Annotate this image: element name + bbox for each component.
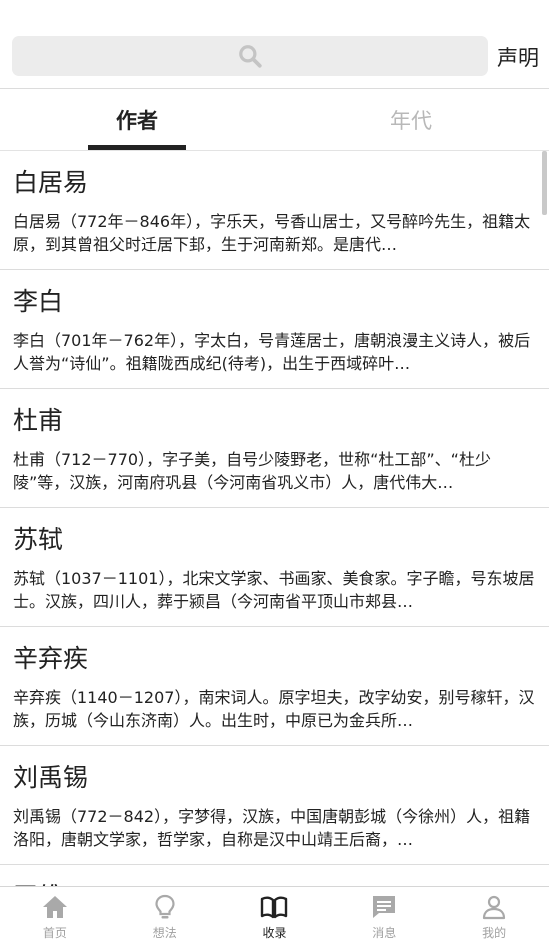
- list-item[interactable]: 李白 李白（701年－762年），字太白，号青莲居士，唐朝浪漫主义诗人，被后人誉…: [0, 270, 549, 389]
- nav-home[interactable]: 首页: [0, 887, 110, 946]
- author-list[interactable]: 白居易 白居易（772年－846年），字乐天，号香山居士，又号醉吟先生，祖籍太原…: [0, 150, 549, 886]
- declare-button[interactable]: 声明: [497, 42, 539, 72]
- author-name: 刘禹锡: [13, 763, 89, 792]
- author-description: 白居易（772年－846年），字乐天，号香山居士，又号醉吟先生，祖籍太原，到其曾…: [13, 212, 531, 254]
- author-description: 李白（701年－762年），字太白，号青莲居士，唐朝浪漫主义诗人，被后人誉为“诗…: [13, 331, 531, 373]
- list-item[interactable]: 苏轼 苏轼（1037－1101），北宋文学家、书画家、美食家。字子瞻，号东坡居士…: [0, 508, 549, 627]
- author-name: 白居易: [13, 168, 89, 197]
- nav-mine-label: 我的: [482, 926, 507, 940]
- tab-author[interactable]: 作者: [0, 89, 274, 150]
- nav-ideas[interactable]: 想法: [110, 887, 220, 946]
- nav-messages-label: 消息: [372, 926, 397, 940]
- message-icon: [373, 896, 396, 918]
- author-name: 李白: [13, 287, 64, 316]
- list-item[interactable]: 王维: [0, 865, 549, 886]
- search-icon: [239, 45, 262, 68]
- tab-era-label: 年代: [390, 108, 432, 133]
- author-name: 杜甫: [13, 406, 64, 435]
- list-item[interactable]: 辛弃疾 辛弃疾（1140－1207），南宋词人。原字坦夫，改字幼安，别号稼轩，汉…: [0, 627, 549, 746]
- search-bar[interactable]: [12, 36, 488, 76]
- author-description: 苏轼（1037－1101），北宋文学家、书画家、美食家。字子瞻，号东坡居士。汉族…: [13, 569, 535, 611]
- header: 声明: [0, 0, 549, 88]
- nav-home-label: 首页: [42, 926, 67, 940]
- author-name: 辛弃疾: [13, 644, 89, 673]
- author-description: 刘禹锡（772－842），字梦得，汉族，中国唐朝彭城（今徐州）人，祖籍洛阳，唐朝…: [13, 807, 531, 849]
- list-item[interactable]: 杜甫 杜甫（712－770），字子美，自号少陵野老，世称“杜工部”、“杜少陵”等…: [0, 389, 549, 508]
- home-icon: [42, 896, 67, 918]
- bottom-nav: 首页 想法 收录 消息 我的: [0, 886, 549, 946]
- tab-era[interactable]: 年代: [274, 89, 548, 150]
- author-name: 王维: [13, 879, 537, 886]
- list-item[interactable]: 刘禹锡 刘禹锡（772－842），字梦得，汉族，中国唐朝彭城（今徐州）人，祖籍洛…: [0, 746, 549, 865]
- author-name: 苏轼: [13, 525, 64, 554]
- nav-mine[interactable]: 我的: [439, 887, 549, 946]
- nav-collection-label: 收录: [262, 926, 287, 940]
- author-description: 辛弃疾（1140－1207），南宋词人。原字坦夫，改字幼安，别号稼轩，汉族，历城…: [13, 688, 535, 730]
- nav-ideas-label: 想法: [152, 926, 177, 940]
- nav-collection[interactable]: 收录: [220, 887, 330, 946]
- list-item[interactable]: 白居易 白居易（772年－846年），字乐天，号香山居士，又号醉吟先生，祖籍太原…: [0, 151, 549, 270]
- book-icon: [261, 896, 288, 919]
- user-icon: [482, 895, 506, 920]
- scrollbar[interactable]: [542, 151, 547, 215]
- lightbulb-icon: [155, 894, 175, 919]
- tab-author-label: 作者: [116, 108, 158, 133]
- author-description: 杜甫（712－770），字子美，自号少陵野老，世称“杜工部”、“杜少陵”等，汉族…: [13, 450, 491, 492]
- tab-bar: 作者 年代: [0, 88, 549, 150]
- nav-messages[interactable]: 消息: [329, 887, 439, 946]
